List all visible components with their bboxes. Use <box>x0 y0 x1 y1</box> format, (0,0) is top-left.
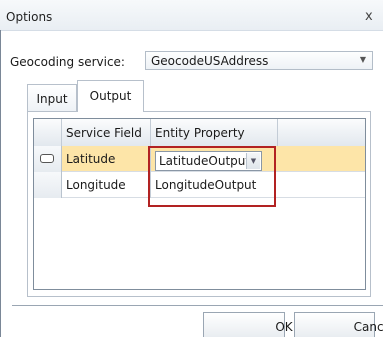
column-separator <box>150 146 151 172</box>
row-selector[interactable] <box>34 172 62 198</box>
entity-property-dropdown[interactable]: LatitudeOutput ▼ <box>155 151 262 171</box>
chevron-down-icon: ▼ <box>359 55 366 64</box>
table-row[interactable]: Longitude LongitudeOutput <box>62 172 365 198</box>
column-separator <box>150 172 151 198</box>
geocoding-service-select[interactable]: GeocodeUSAddress ▼ <box>145 51 373 70</box>
column-separator <box>277 119 278 146</box>
title-bar: Options x <box>0 0 383 31</box>
footer-divider <box>12 305 383 306</box>
service-field-cell: Latitude <box>66 152 116 166</box>
close-icon[interactable]: x <box>365 9 373 24</box>
dropdown-arrow-icon[interactable]: ▼ <box>246 153 260 169</box>
entity-property-cell[interactable]: LongitudeOutput <box>155 178 256 192</box>
window-title: Options <box>6 10 53 24</box>
grid-header: Service Field Entity Property <box>34 119 365 147</box>
cancel-button-label: Cancel <box>353 320 383 334</box>
cancel-button[interactable]: Cancel <box>294 312 383 337</box>
tab-output[interactable]: Output <box>77 80 144 112</box>
tab-input[interactable]: Input <box>27 84 77 111</box>
geocoding-service-value: GeocodeUSAddress <box>151 54 269 68</box>
entity-property-value: LatitudeOutput <box>159 154 251 168</box>
ok-button[interactable]: OK <box>203 312 293 337</box>
header-service-field[interactable]: Service Field <box>66 126 142 140</box>
service-field-cell: Longitude <box>66 178 126 192</box>
mapping-grid: Service Field Entity Property Latitude L… <box>33 118 366 290</box>
tab-output-label: Output <box>89 89 132 103</box>
column-separator <box>150 119 151 146</box>
tab-input-label: Input <box>36 92 68 106</box>
header-entity-property[interactable]: Entity Property <box>155 126 245 140</box>
column-separator <box>61 119 62 146</box>
row-editing-indicator-icon <box>40 154 54 163</box>
row-selector[interactable] <box>34 146 62 172</box>
geocoding-service-label: Geocoding service: <box>10 55 125 69</box>
window-border <box>0 30 1 337</box>
